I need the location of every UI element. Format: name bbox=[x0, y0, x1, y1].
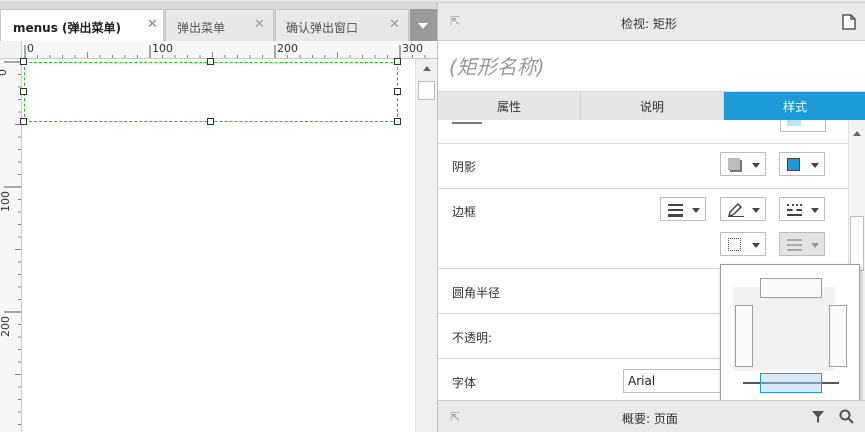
border-style-button[interactable] bbox=[779, 197, 825, 221]
chevron-down-icon bbox=[752, 243, 760, 248]
bottom-border-toggle[interactable] bbox=[760, 373, 822, 393]
tab-properties[interactable]: 属性 bbox=[438, 92, 581, 123]
chevron-down-icon bbox=[811, 208, 819, 213]
resize-handle[interactable] bbox=[207, 118, 214, 125]
ruler-label: 100 bbox=[0, 191, 12, 212]
tab-confirm-popup[interactable]: 确认弹出窗口 ✕ bbox=[275, 9, 409, 41]
ruler-label: 0 bbox=[0, 69, 9, 76]
close-icon[interactable]: ✕ bbox=[254, 17, 265, 32]
right-border-toggle[interactable] bbox=[829, 305, 847, 367]
shape-name-input[interactable]: (矩形名称) bbox=[438, 41, 865, 91]
fill-row-partial bbox=[438, 120, 848, 144]
horizontal-ruler: 0 100 200 300 bbox=[22, 41, 437, 59]
ruler-label: 100 bbox=[152, 42, 173, 55]
resize-handle[interactable] bbox=[394, 58, 401, 65]
tab-menus[interactable]: menus (弹出菜单) ✕ bbox=[0, 9, 164, 41]
chevron-down-icon bbox=[418, 23, 428, 29]
resize-handle[interactable] bbox=[394, 88, 401, 95]
row-divider bbox=[438, 143, 848, 144]
resize-handle[interactable] bbox=[394, 118, 401, 125]
chevron-down-icon bbox=[692, 208, 700, 213]
inspector-title: 检视: 矩形 bbox=[621, 17, 677, 31]
resize-handle[interactable] bbox=[20, 88, 27, 95]
tab-notes[interactable]: 说明 bbox=[581, 92, 724, 123]
row-divider bbox=[438, 188, 848, 189]
corner-radius-label: 圆角半径 bbox=[452, 286, 501, 300]
resize-handle[interactable] bbox=[207, 58, 214, 65]
expand-arrow-icon[interactable]: ⇱ bbox=[450, 410, 460, 424]
border-visibility-button[interactable] bbox=[720, 232, 766, 256]
pen-icon bbox=[727, 202, 744, 217]
close-icon[interactable]: ✕ bbox=[389, 17, 400, 32]
opacity-label: 不透明: bbox=[452, 331, 493, 345]
tab-popup-menu[interactable]: 弹出菜单 ✕ bbox=[165, 9, 274, 41]
vertical-ruler: 0 100 200 bbox=[0, 59, 22, 432]
chevron-down-icon bbox=[752, 208, 760, 213]
top-border-toggle[interactable] bbox=[760, 278, 822, 298]
border-thickness-button[interactable] bbox=[660, 197, 706, 221]
tab-label: 说明 bbox=[639, 100, 664, 114]
fill-color-button[interactable] bbox=[780, 120, 826, 132]
ruler-label: 300 bbox=[402, 42, 423, 55]
ruler-label: 200 bbox=[277, 42, 298, 55]
font-label: 字体 bbox=[452, 376, 477, 390]
resize-handle[interactable] bbox=[20, 58, 27, 65]
arrow-style-icon bbox=[787, 239, 802, 251]
chevron-up-icon[interactable] bbox=[423, 66, 431, 71]
scrollbar-thumb[interactable] bbox=[418, 81, 435, 100]
inspector-tabs: 属性 说明 样式 bbox=[438, 91, 865, 123]
chevron-up-icon[interactable] bbox=[853, 131, 861, 136]
search-icon[interactable] bbox=[839, 409, 854, 424]
tab-label: 样式 bbox=[782, 100, 807, 114]
chevron-down-icon bbox=[811, 163, 819, 168]
vertical-ruler-ticks bbox=[4, 61, 21, 425]
font-family-select[interactable]: Arial bbox=[623, 369, 729, 393]
line-style-icon bbox=[787, 204, 802, 216]
font-family-value: Arial bbox=[628, 374, 656, 388]
shadow-label: 阴影 bbox=[452, 160, 477, 174]
expand-arrow-icon[interactable]: ⇱ bbox=[450, 14, 460, 28]
border-sides-icon bbox=[728, 238, 741, 251]
canvas-area: 0 100 200 300 100 200 bbox=[0, 41, 437, 432]
tab-label: 属性 bbox=[496, 100, 521, 114]
tab-style[interactable]: 样式 bbox=[724, 92, 865, 123]
outline-panel-header: ⇱ 概要: 页面 bbox=[437, 400, 865, 432]
filter-icon[interactable] bbox=[811, 410, 827, 424]
inner-shadow-button[interactable] bbox=[779, 152, 825, 176]
border-label: 边框 bbox=[452, 205, 477, 219]
horizontal-ruler-ticks bbox=[24, 45, 426, 58]
tab-overflow-button[interactable] bbox=[410, 9, 437, 41]
arrow-style-button[interactable] bbox=[779, 232, 825, 256]
outline-title: 概要: 页面 bbox=[622, 412, 678, 426]
page-icon[interactable] bbox=[842, 14, 856, 30]
tab-label: 弹出菜单 bbox=[177, 21, 226, 35]
inner-shadow-icon bbox=[787, 158, 800, 171]
outer-shadow-button[interactable] bbox=[720, 152, 766, 176]
tab-label: 确认弹出窗口 bbox=[286, 21, 359, 35]
ruler-corner bbox=[0, 41, 22, 59]
resize-handle[interactable] bbox=[20, 118, 27, 125]
ruler-label: 0 bbox=[27, 42, 34, 55]
selected-rectangle[interactable] bbox=[24, 62, 398, 122]
chevron-down-icon bbox=[752, 163, 760, 168]
scrollbar-thumb[interactable] bbox=[850, 216, 864, 271]
fill-swatch bbox=[787, 120, 801, 126]
inspector-header: ⇱ 检视: 矩形 bbox=[438, 3, 865, 41]
shape-name-placeholder: (矩形名称) bbox=[449, 55, 545, 79]
tab-label: menus (弹出菜单) bbox=[13, 21, 122, 35]
close-icon[interactable]: ✕ bbox=[147, 17, 158, 32]
chevron-down-icon bbox=[811, 243, 819, 248]
line-weight-icon bbox=[668, 204, 683, 217]
shadow-icon bbox=[728, 158, 740, 170]
editor-tab-bar: menus (弹出菜单) ✕ 弹出菜单 ✕ 确认弹出窗口 ✕ bbox=[0, 3, 437, 41]
ruler-label: 200 bbox=[0, 316, 12, 337]
left-border-toggle[interactable] bbox=[735, 305, 753, 367]
border-color-button[interactable] bbox=[720, 197, 766, 221]
canvas-scrollbar[interactable] bbox=[415, 59, 437, 432]
border-sides-popup bbox=[720, 264, 860, 406]
fill-label-partial bbox=[452, 120, 482, 124]
